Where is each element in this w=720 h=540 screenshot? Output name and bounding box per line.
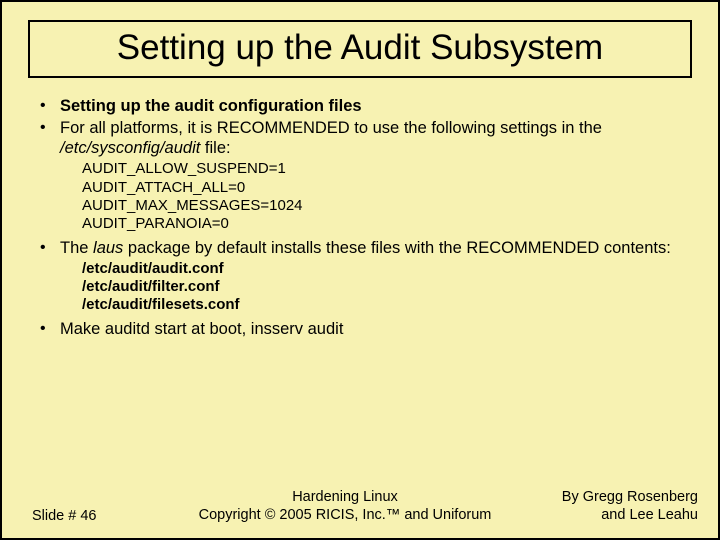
settings-list: AUDIT_ALLOW_SUSPEND=1 AUDIT_ATTACH_ALL=0… [60,160,684,233]
footer-copyright: Copyright © 2005 RICIS, Inc.™ and Unifor… [182,507,508,524]
setting-line: AUDIT_MAX_MESSAGES=1024 [82,197,684,215]
bullet-text: Make auditd start at boot, insserv audit [60,320,343,338]
footer-authors: By Gregg Rosenberg and Lee Leahu [508,489,718,524]
bullet-text: file: [200,139,230,157]
file-line: /etc/audit/audit.conf [82,260,684,278]
footer-center: Hardening Linux Copyright © 2005 RICIS, … [182,489,508,524]
setting-line: AUDIT_ALLOW_SUSPEND=1 [82,160,684,178]
content-area: Setting up the audit configuration files… [36,96,684,339]
package-name: laus [93,239,123,257]
slide: Setting up the Audit Subsystem Setting u… [0,0,720,540]
slide-number: Slide # 46 [2,508,182,524]
bullet-text: For all platforms, it is RECOMMENDED to … [60,119,602,137]
bullet-text: The [60,239,93,257]
footer-title: Hardening Linux [182,489,508,506]
bullet-text: Setting up the audit configuration files [60,97,362,115]
files-list: /etc/audit/audit.conf /etc/audit/filter.… [60,260,684,315]
file-line: /etc/audit/filter.conf [82,278,684,296]
author-line: By Gregg Rosenberg [508,489,698,506]
author-line: and Lee Leahu [508,507,698,524]
bullet-recommended-settings: For all platforms, it is RECOMMENDED to … [36,118,684,233]
footer: Slide # 46 Hardening Linux Copyright © 2… [2,489,718,524]
bullet-text: package by default installs these files … [123,239,671,257]
slide-title: Setting up the Audit Subsystem [40,28,680,68]
title-box: Setting up the Audit Subsystem [28,20,692,78]
setting-line: AUDIT_PARANOIA=0 [82,215,684,233]
setting-line: AUDIT_ATTACH_ALL=0 [82,179,684,197]
bullet-auditd-boot: Make auditd start at boot, insserv audit [36,319,684,339]
bullet-config-files: Setting up the audit configuration files [36,96,684,116]
bullet-laus-package: The laus package by default installs the… [36,238,684,315]
bullet-list: Setting up the audit configuration files… [36,96,684,339]
file-path: /etc/sysconfig/audit [60,139,200,157]
file-line: /etc/audit/filesets.conf [82,296,684,314]
